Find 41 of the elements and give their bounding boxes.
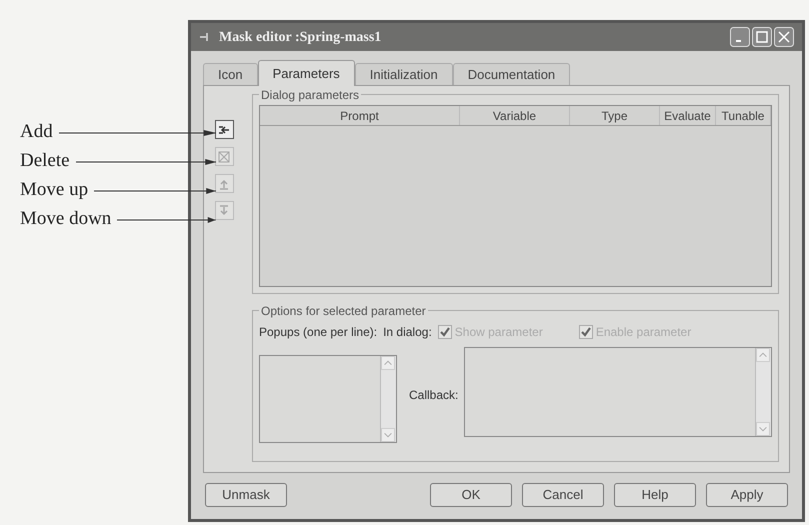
cross-box-icon xyxy=(218,150,230,162)
arrow-down-icon xyxy=(218,204,230,216)
window-title: Mask editor :Spring-mass1 xyxy=(219,28,382,46)
callout-label: Add xyxy=(19,120,53,144)
scroll-up-icon[interactable] xyxy=(381,356,395,370)
popups-field[interactable] xyxy=(259,355,397,443)
scrollbar[interactable] xyxy=(380,356,396,442)
field-label: Callback: xyxy=(409,387,458,404)
column-header[interactable]: Prompt xyxy=(260,106,460,125)
scroll-up-icon[interactable] xyxy=(756,348,770,362)
app-icon xyxy=(199,31,211,43)
column-header[interactable]: Type xyxy=(570,106,660,125)
callout-label: Delete xyxy=(19,149,70,174)
dialog-button[interactable]: OK xyxy=(430,483,512,507)
callout-label: Move down xyxy=(19,207,112,232)
toolbar-button[interactable] xyxy=(214,120,234,139)
dialog-button[interactable]: Cancel xyxy=(522,483,604,507)
column-header[interactable]: Variable xyxy=(460,106,570,125)
maximize-icon[interactable] xyxy=(752,27,772,47)
scrollbar[interactable] xyxy=(755,348,771,436)
column-header[interactable]: Tunable xyxy=(716,106,771,125)
field-label: In dialog: xyxy=(383,324,432,341)
tab[interactable]: Initialization xyxy=(354,63,453,85)
tab[interactable]: Icon xyxy=(203,63,258,85)
tab[interactable]: Documentation xyxy=(452,63,570,85)
scroll-down-icon[interactable] xyxy=(756,422,770,436)
column-header[interactable]: Evaluate xyxy=(660,106,716,125)
scroll-down-icon[interactable] xyxy=(381,428,395,442)
callout-label: Move up xyxy=(19,178,88,202)
dialog-button[interactable]: Apply xyxy=(706,483,788,507)
checkmark-icon xyxy=(440,327,450,337)
close-icon[interactable] xyxy=(774,27,794,47)
arrow-up-icon xyxy=(218,178,230,190)
checkmark-icon xyxy=(580,327,591,337)
callback-field[interactable] xyxy=(464,347,772,437)
insert-arrow-icon xyxy=(218,124,230,136)
field-label: Popups (one per line): xyxy=(259,324,378,341)
minimize-icon[interactable] xyxy=(730,27,750,47)
dialog-button[interactable]: Help xyxy=(614,483,696,507)
unmask-button[interactable]: Unmask xyxy=(205,483,287,507)
tab[interactable]: Parameters xyxy=(258,60,355,86)
